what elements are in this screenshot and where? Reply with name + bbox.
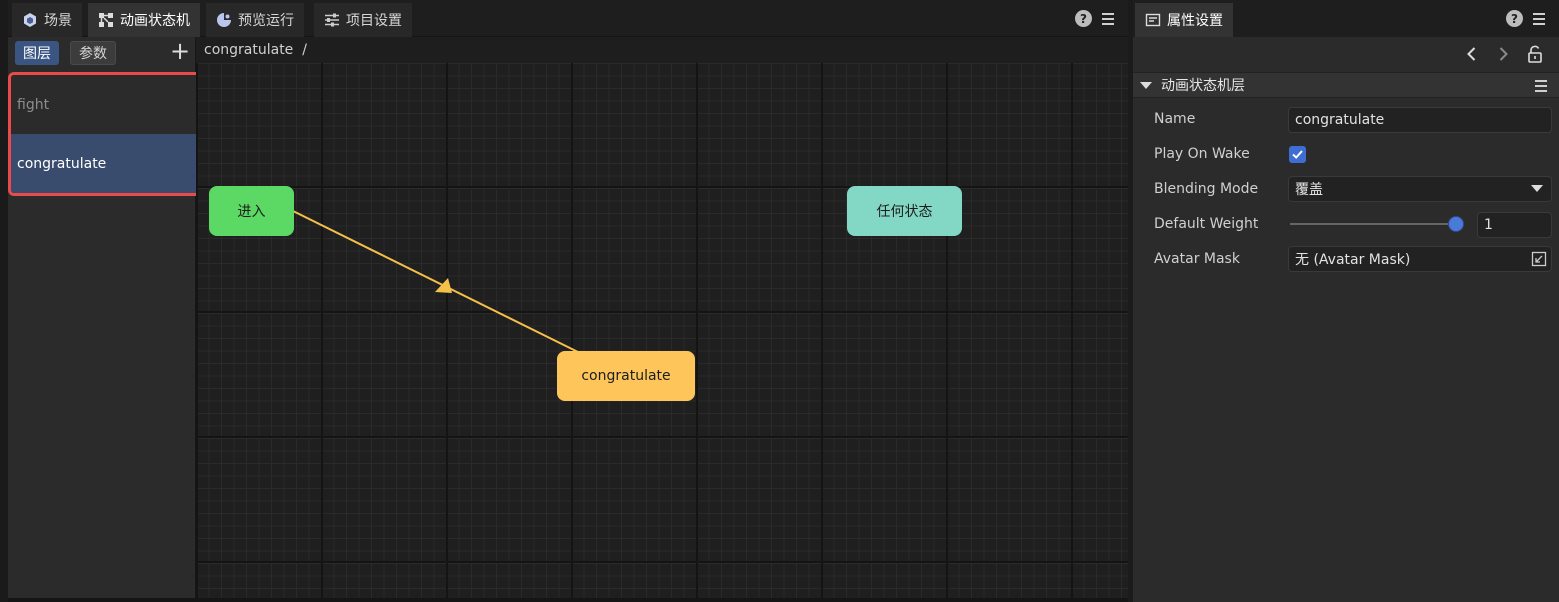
transition-arrow-icon [435, 278, 452, 293]
transition-links [292, 210, 579, 353]
back-arrow-icon[interactable] [1463, 45, 1481, 63]
inspector-window: 属性设置 ? 动画状态机层 Name congratulate Play On … [1133, 0, 1559, 602]
avatar-mask-value: 无 (Avatar Mask) [1295, 252, 1411, 268]
default-weight-slider[interactable] [1290, 215, 1468, 233]
menu-icon[interactable] [1533, 12, 1545, 25]
tab-inspector[interactable]: 属性设置 [1135, 3, 1233, 37]
preview-icon [217, 13, 231, 27]
layer-list: fight congratulate [8, 72, 202, 196]
state-graph-canvas[interactable]: 进入 任何状态 congratulate [196, 63, 1128, 598]
blending-mode-select[interactable]: 覆盖 [1288, 176, 1552, 202]
tab-animator-label: 动画状态机 [120, 13, 190, 29]
layer-section-header[interactable]: 动画状态机层 [1133, 72, 1559, 98]
tab-inspector-label: 属性设置 [1167, 13, 1223, 29]
breadcrumb-text[interactable]: congratulate / [204, 42, 307, 58]
name-input[interactable]: congratulate [1288, 107, 1552, 133]
play-on-wake-checkbox[interactable] [1289, 146, 1306, 163]
default-weight-label: Default Weight [1154, 216, 1259, 232]
menu-icon[interactable] [1102, 12, 1114, 25]
params-tab-button[interactable]: 参数 [70, 41, 116, 65]
breadcrumb: congratulate / [196, 37, 1128, 63]
section-title: 动画状态机层 [1161, 78, 1245, 94]
name-label: Name [1154, 111, 1196, 127]
help-icon[interactable]: ? [1075, 10, 1092, 27]
layer-item-fight[interactable]: fight [11, 75, 199, 134]
object-picker-icon[interactable] [1531, 251, 1547, 267]
add-layer-button[interactable]: + [170, 39, 190, 65]
tab-preview-label: 预览运行 [238, 13, 294, 29]
layer-item-congratulate[interactable]: congratulate [11, 134, 199, 193]
window-edge [0, 0, 8, 602]
inspector-nav [1133, 37, 1559, 71]
tab-project-settings[interactable]: 项目设置 [314, 3, 412, 37]
default-weight-input[interactable]: 1 [1477, 212, 1552, 238]
transition-line[interactable] [292, 210, 579, 353]
settings-icon [325, 13, 339, 27]
state-node-congratulate[interactable]: congratulate [557, 351, 695, 401]
unlock-icon[interactable] [1526, 45, 1544, 63]
animator-window: 场景 动画状态机 预览运行 项目设置 ? 图层 参数 + fight congr… [0, 0, 1128, 602]
any-state-node[interactable]: 任何状态 [847, 186, 962, 236]
tab-scene-label: 场景 [44, 13, 72, 29]
avatar-mask-field[interactable]: 无 (Avatar Mask) [1288, 246, 1552, 272]
forward-arrow-icon[interactable] [1494, 45, 1512, 63]
scene-icon [24, 13, 36, 27]
chevron-down-icon [1531, 185, 1543, 192]
horizontal-scrollbar[interactable] [8, 598, 1128, 602]
avatar-mask-label: Avatar Mask [1154, 251, 1240, 267]
main-tabbar: 场景 动画状态机 预览运行 项目设置 ? [8, 0, 1128, 37]
blending-mode-value: 覆盖 [1295, 182, 1323, 198]
inspector-tabbar: 属性设置 ? [1133, 0, 1559, 37]
inspector-tools: ? [1506, 10, 1545, 27]
tab-scene[interactable]: 场景 [12, 3, 82, 37]
tab-preview[interactable]: 预览运行 [206, 3, 304, 37]
slider-thumb[interactable] [1448, 216, 1464, 232]
entry-node[interactable]: 进入 [209, 186, 294, 236]
help-icon[interactable]: ? [1506, 10, 1523, 27]
slider-track[interactable] [1290, 223, 1460, 225]
collapse-triangle-icon[interactable] [1140, 81, 1152, 89]
section-menu-icon[interactable] [1535, 80, 1547, 92]
layers-tab-button[interactable]: 图层 [15, 41, 59, 65]
play-on-wake-label: Play On Wake [1154, 146, 1250, 162]
layers-sidebar: 图层 参数 + fight congratulate [8, 37, 202, 602]
tabbar-tools: ? [1075, 10, 1114, 27]
tab-animator[interactable]: 动画状态机 [88, 3, 200, 37]
animator-icon [99, 13, 113, 27]
tab-project-settings-label: 项目设置 [346, 13, 402, 29]
check-icon [1292, 150, 1303, 159]
blending-mode-label: Blending Mode [1154, 181, 1259, 197]
inspector-icon [1145, 13, 1161, 27]
